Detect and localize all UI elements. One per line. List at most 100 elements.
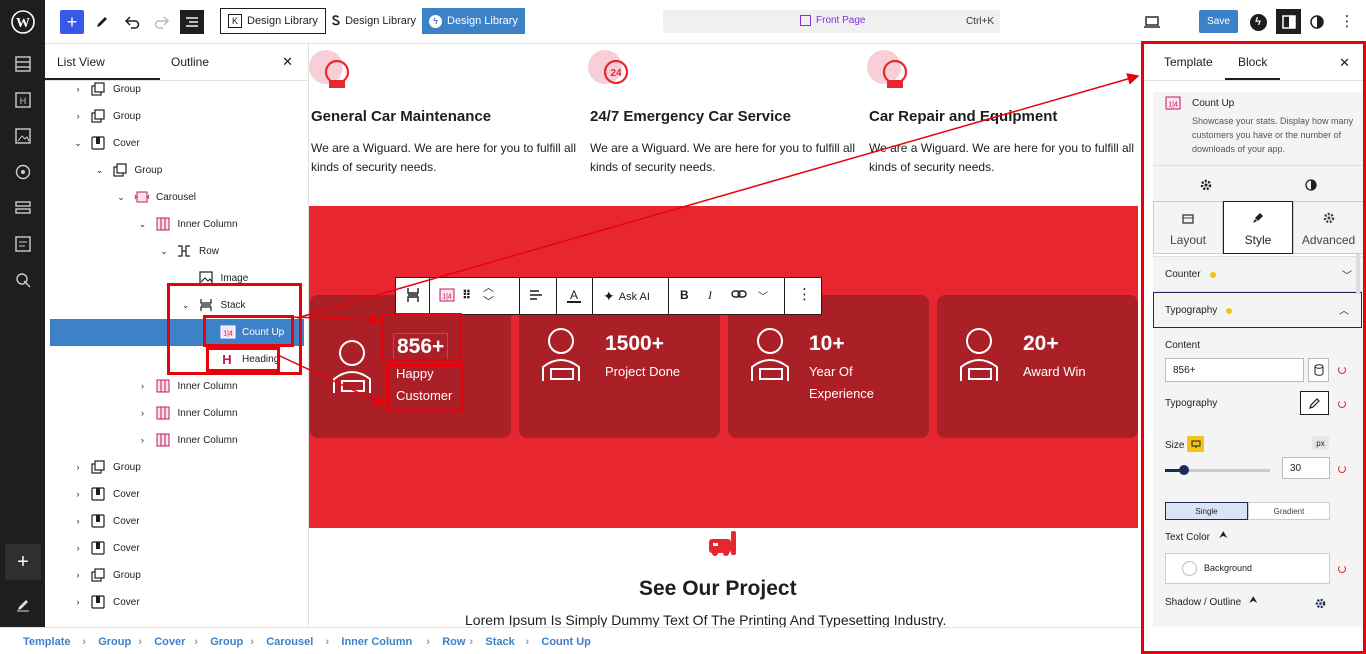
edit-pen-icon[interactable] bbox=[12, 594, 34, 616]
design-library-button-3[interactable]: ϟ Design Library bbox=[422, 8, 525, 34]
chevron-right-icon[interactable]: › bbox=[138, 408, 148, 418]
scrollbar-thumb[interactable] bbox=[1356, 254, 1360, 294]
list-item[interactable]: ⌄ Row bbox=[45, 238, 308, 265]
background-color-picker[interactable]: Background bbox=[1165, 553, 1330, 584]
color-type-gradient[interactable]: Gradient bbox=[1248, 502, 1330, 520]
move-up-down-icon[interactable]: ︿ ﹀ bbox=[483, 281, 494, 309]
list-item[interactable]: ⌄ Inner Column bbox=[45, 211, 308, 238]
list-item[interactable]: › Cover bbox=[45, 589, 308, 616]
chevron-right-icon[interactable]: › bbox=[73, 597, 83, 607]
styles-contrast-icon[interactable] bbox=[1306, 11, 1328, 33]
drag-handle-icon[interactable]: ⠿ bbox=[462, 288, 471, 302]
content-input[interactable]: 856+ bbox=[1165, 358, 1304, 382]
chevron-down-icon[interactable]: ⌄ bbox=[159, 246, 169, 256]
settings-cursor-icon[interactable] bbox=[12, 269, 34, 291]
list-item[interactable]: › Cover bbox=[45, 481, 308, 508]
media-icon[interactable] bbox=[12, 125, 34, 147]
tab-block[interactable]: Block bbox=[1238, 55, 1267, 69]
list-item[interactable]: H Heading bbox=[45, 346, 308, 373]
gear-icon[interactable] bbox=[1315, 596, 1326, 614]
size-slider-track[interactable] bbox=[1165, 465, 1270, 475]
list-item[interactable]: ⌄ Stack bbox=[45, 292, 308, 319]
dynamic-content-database-icon[interactable] bbox=[1308, 358, 1329, 382]
reset-icon[interactable] bbox=[1338, 366, 1346, 374]
redo-icon[interactable] bbox=[151, 11, 173, 33]
breadcrumb-item[interactable]: Row bbox=[442, 636, 465, 648]
countup-block-icon[interactable]: 1|4 bbox=[439, 288, 455, 305]
chevron-right-icon[interactable]: › bbox=[73, 570, 83, 580]
segment-advanced[interactable]: Advanced bbox=[1293, 201, 1364, 254]
settings-gear-icon[interactable] bbox=[1200, 178, 1212, 196]
add-block-rail-button[interactable]: + bbox=[5, 544, 41, 580]
ask-ai-button[interactable]: ✦ Ask AI bbox=[603, 288, 650, 305]
chevron-right-icon[interactable]: › bbox=[73, 84, 83, 94]
list-item[interactable]: › Group bbox=[45, 562, 308, 589]
navigation-icon[interactable] bbox=[12, 53, 34, 75]
command-palette-search[interactable]: Front Page Ctrl+K bbox=[663, 10, 1000, 33]
reset-icon[interactable] bbox=[1338, 565, 1346, 573]
bold-icon[interactable]: B bbox=[680, 288, 689, 302]
list-item[interactable]: › Group bbox=[45, 454, 308, 481]
responsive-desktop-icon[interactable] bbox=[1187, 436, 1204, 452]
undo-icon[interactable] bbox=[121, 11, 143, 33]
stat-number[interactable]: 856+ bbox=[393, 333, 449, 361]
chevron-right-icon[interactable]: › bbox=[73, 516, 83, 526]
pages-icon[interactable] bbox=[12, 233, 34, 255]
list-item[interactable]: › Inner Column bbox=[45, 373, 308, 400]
typography-edit-pen-icon[interactable] bbox=[1300, 391, 1329, 415]
settings-sidebar-toggle[interactable] bbox=[1276, 9, 1301, 34]
tab-outline[interactable]: Outline bbox=[171, 55, 209, 69]
breadcrumb-item[interactable]: Inner Column bbox=[341, 636, 412, 648]
block-options-icon[interactable]: ⋮ bbox=[797, 285, 812, 303]
list-item[interactable]: › Cover bbox=[45, 535, 308, 562]
chevron-down-icon[interactable]: ⌄ bbox=[116, 192, 126, 202]
unit-selector[interactable]: px bbox=[1312, 436, 1329, 450]
chevron-down-icon[interactable]: ⌄ bbox=[95, 165, 105, 175]
block-inserter-button[interactable]: + bbox=[60, 10, 84, 34]
chevron-down-icon[interactable]: ⌄ bbox=[138, 219, 148, 229]
tab-list-view[interactable]: List View bbox=[57, 55, 105, 69]
chevron-right-icon[interactable]: › bbox=[73, 111, 83, 121]
list-item[interactable]: 1|4 Count Up bbox=[50, 319, 304, 346]
design-library-button-1[interactable]: K Design Library bbox=[220, 8, 326, 34]
breadcrumb-item[interactable]: Group bbox=[98, 636, 131, 648]
chevron-right-icon[interactable]: › bbox=[138, 435, 148, 445]
list-item[interactable]: › Inner Column bbox=[45, 427, 308, 454]
text-color-icon[interactable]: A bbox=[566, 288, 582, 307]
typography-panel-header[interactable]: Typography ︿ bbox=[1153, 292, 1362, 328]
size-slider-thumb[interactable] bbox=[1178, 465, 1189, 475]
chevron-right-icon[interactable]: › bbox=[73, 462, 83, 472]
list-item[interactable]: › Inner Column bbox=[45, 400, 308, 427]
stack-parent-icon[interactable] bbox=[406, 287, 420, 306]
stat-card[interactable]: 10+ Year Of Experience bbox=[728, 295, 929, 438]
list-item[interactable]: › Cover bbox=[45, 508, 308, 535]
breadcrumb-item[interactable]: Stack bbox=[485, 636, 514, 648]
list-item[interactable]: Image bbox=[45, 265, 308, 292]
styles-icon[interactable] bbox=[12, 161, 34, 183]
stat-card[interactable]: 20+ Award Win bbox=[937, 295, 1138, 438]
chevron-down-icon[interactable]: ⌄ bbox=[181, 300, 191, 310]
chevron-down-icon[interactable]: ⌄ bbox=[73, 138, 83, 148]
breadcrumb-item[interactable]: Template bbox=[23, 636, 70, 648]
save-button[interactable]: Save bbox=[1199, 10, 1238, 33]
chevron-down-icon[interactable]: ﹀ bbox=[758, 288, 768, 303]
align-icon[interactable] bbox=[529, 288, 543, 305]
tools-pen-icon[interactable] bbox=[91, 11, 113, 33]
color-type-single[interactable]: Single bbox=[1165, 502, 1248, 520]
close-icon[interactable]: ✕ bbox=[282, 54, 293, 70]
reset-icon[interactable] bbox=[1338, 465, 1346, 473]
bolt-circle-icon[interactable]: ϟ bbox=[1247, 11, 1269, 33]
list-item[interactable]: ⌄ Carousel bbox=[45, 184, 308, 211]
list-item[interactable]: › Group bbox=[45, 103, 308, 130]
chevron-right-icon[interactable]: › bbox=[73, 543, 83, 553]
tab-template[interactable]: Template bbox=[1164, 55, 1213, 69]
close-icon[interactable]: ✕ bbox=[1339, 55, 1350, 71]
stat-card[interactable]: 856+ Happy Customer bbox=[310, 295, 511, 438]
chevron-right-icon[interactable]: › bbox=[73, 489, 83, 499]
wordpress-logo-icon[interactable]: W bbox=[0, 0, 45, 44]
list-item[interactable]: ⌄ Group bbox=[45, 157, 308, 184]
breadcrumb-item[interactable]: Carousel bbox=[266, 636, 313, 648]
more-options-icon[interactable]: ⋮ bbox=[1336, 11, 1358, 33]
breadcrumb-item[interactable]: Group bbox=[210, 636, 243, 648]
list-item[interactable]: ⌄ Cover bbox=[45, 130, 308, 157]
